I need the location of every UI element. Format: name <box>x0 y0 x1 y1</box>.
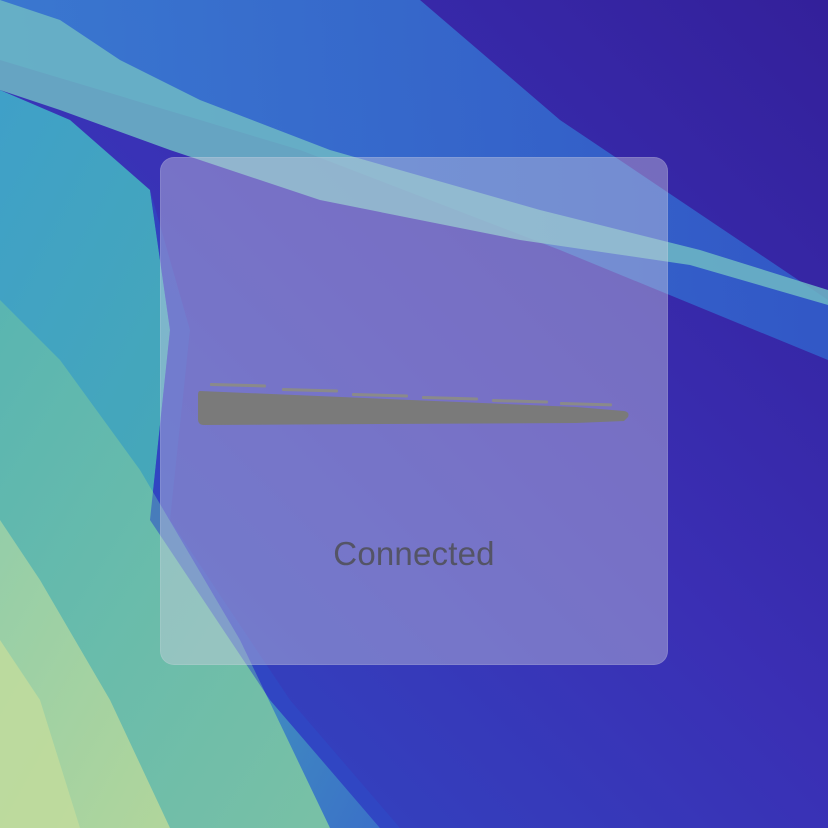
keyboard-side-icon <box>196 379 632 431</box>
connection-status-label: Connected <box>333 535 495 572</box>
connection-hud: Connected <box>160 157 668 665</box>
